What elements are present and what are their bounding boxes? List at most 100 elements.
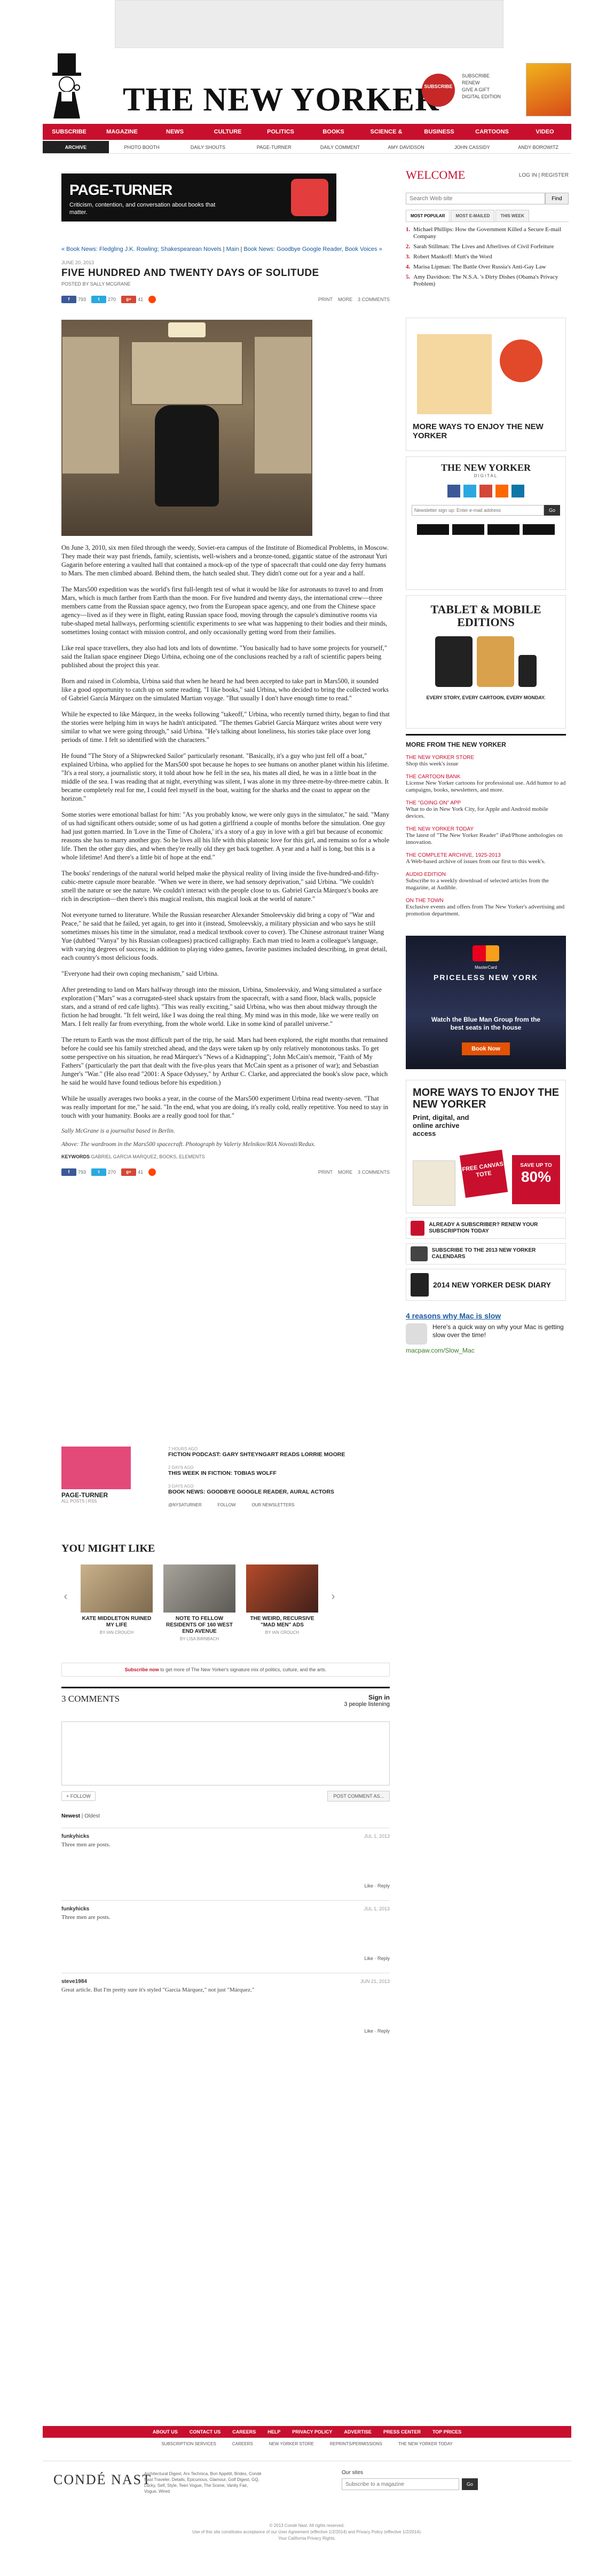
newsletter-go-button[interactable]: Go xyxy=(544,505,560,516)
comments-link[interactable]: 3 COMMENTS xyxy=(358,1170,390,1175)
like-button[interactable]: Like xyxy=(364,1883,373,1888)
reddit-button[interactable] xyxy=(148,1168,156,1176)
google-plus-button[interactable]: g+ 41 xyxy=(121,296,143,303)
macpaw-title[interactable]: 4 reasons why Mac is slow xyxy=(406,1311,566,1320)
subscribe-badge[interactable]: SUBSCRIBE xyxy=(422,74,455,107)
ymal-card[interactable]: KATE MIDDLETON RUINED MY LIFE BY IAN CRO… xyxy=(81,1564,153,1635)
nav-books[interactable]: BOOKS xyxy=(307,124,360,140)
tab-most-emailed[interactable]: MOST E-MAILED xyxy=(451,210,495,222)
subnav-john-cassidy[interactable]: JOHN CASSIDY xyxy=(439,141,506,153)
facebook-like-button[interactable]: f 793 xyxy=(61,296,86,303)
linkedin-icon[interactable] xyxy=(511,485,524,497)
google-plus-icon[interactable] xyxy=(479,485,492,497)
facebook-follow-link[interactable]: FOLLOW xyxy=(218,1503,236,1507)
tweet-button[interactable]: t 270 xyxy=(91,1168,116,1176)
more-ways-ad[interactable]: MORE WAYS TO ENJOY THE NEW YORKER Print,… xyxy=(406,1080,566,1213)
facebook-like-button[interactable]: f 793 xyxy=(61,1168,86,1176)
facebook-icon[interactable] xyxy=(447,485,460,497)
register-link[interactable]: REGISTER xyxy=(541,172,569,178)
article-byline[interactable]: POSTED BY SALLY MCGRANE xyxy=(61,281,390,287)
mastercard-ad[interactable]: MasterCard PRICELESS NEW YORK Watch the … xyxy=(406,936,566,1069)
reply-button[interactable]: Reply xyxy=(377,1883,390,1888)
promo-renew[interactable]: ALREADY A SUBSCRIBER? RENEW YOUR SUBSCRI… xyxy=(406,1218,566,1239)
pt-item[interactable]: 7 HOURS AGO FICTION PODCAST: GARY SHTEYNG… xyxy=(168,1447,382,1458)
follow-button[interactable]: + FOLLOW xyxy=(61,1791,96,1801)
more-from-item[interactable]: THE NEW YORKER TODAY The latest of "The N… xyxy=(406,826,566,846)
page-turner-logo[interactable]: PAGE-TURNER ALL POSTS | RSS xyxy=(61,1447,131,1511)
like-button[interactable]: Like xyxy=(364,2028,373,2034)
footer-sub-link[interactable]: SUBSCRIPTION SERVICES xyxy=(161,2441,216,2446)
subnav-photo-booth[interactable]: PHOTO BOOTH xyxy=(109,141,175,153)
footer-link[interactable]: ADVERTISE xyxy=(344,2426,372,2438)
nav-subscribe[interactable]: SUBSCRIBE xyxy=(43,124,96,140)
twitter-icon[interactable] xyxy=(463,485,476,497)
nav-business[interactable]: BUSINESS xyxy=(413,124,466,140)
more-link[interactable]: MORE xyxy=(338,297,352,302)
more-from-item[interactable]: AUDIO EDITION Subscribe to a weekly downl… xyxy=(406,872,566,891)
pt-item[interactable]: 3 DAYS AGO BOOK NEWS: GOODBYE GOOGLE READ… xyxy=(168,1484,382,1495)
footer-subscribe-select[interactable] xyxy=(342,2478,459,2490)
subnav-page-turner[interactable]: PAGE-TURNER xyxy=(241,141,307,153)
sort-oldest[interactable]: Oldest xyxy=(84,1813,100,1819)
newsletter-input[interactable] xyxy=(412,505,544,516)
more-from-item[interactable]: THE "GOING ON" APP What to do in New York… xyxy=(406,800,566,820)
footer-link[interactable]: PRIVACY POLICY xyxy=(292,2426,332,2438)
promo-calendar[interactable]: SUBSCRIBE TO THE 2013 NEW YORKER CALENDA… xyxy=(406,1243,566,1265)
nav-magazine[interactable]: MAGAZINE xyxy=(96,124,148,140)
nav-cartoons[interactable]: CARTOONS xyxy=(466,124,518,140)
main-link[interactable]: Main xyxy=(226,246,239,252)
tab-most-popular[interactable]: MOST POPULAR xyxy=(406,210,450,222)
more-from-item[interactable]: ON THE TOWN Exclusive events and offers f… xyxy=(406,898,566,918)
pt-item[interactable]: 2 DAYS AGO THIS WEEK IN FICTION: TOBIAS W… xyxy=(168,1465,382,1476)
sub-link-digital[interactable]: DIGITAL EDITION xyxy=(462,93,501,100)
popular-item[interactable]: 2. Sarah Stillman: The Lives and Afterliv… xyxy=(406,243,569,250)
digital-edition-box[interactable]: THE NEW YORKER DIGITAL Go xyxy=(406,456,566,590)
footer-link[interactable]: ABOUT US xyxy=(153,2426,178,2438)
popular-item[interactable]: 3. Robert Mankoff: Mutt's the Word xyxy=(406,254,569,260)
top-banner-ad[interactable] xyxy=(115,0,503,48)
nav-politics[interactable]: POLITICS xyxy=(254,124,307,140)
sub-link-gift[interactable]: GIVE A GIFT xyxy=(462,86,501,93)
tablet-editions-box[interactable]: TABLET & MOBILE EDITIONS EVERY STORY, EV… xyxy=(406,595,566,729)
california-privacy-link[interactable]: Your California Privacy Rights. xyxy=(43,2535,571,2542)
login-link[interactable]: LOG IN xyxy=(519,172,537,178)
conde-nast-sites[interactable]: Architectural Digest, Ars Technica, Bon … xyxy=(144,2471,262,2494)
footer-go-button[interactable]: Go xyxy=(462,2478,478,2490)
footer-link[interactable]: CONTACT US xyxy=(190,2426,221,2438)
page-turner-banner[interactable]: PAGE-TURNER Criticism, contention, and c… xyxy=(61,173,336,222)
footer-link[interactable]: PRESS CENTER xyxy=(383,2426,421,2438)
search-input[interactable] xyxy=(406,193,545,204)
conde-nast-logo[interactable]: CONDÉ NAST xyxy=(53,2472,152,2488)
more-from-item[interactable]: THE COMPLETE ARCHIVE, 1925-2013 A Web-bas… xyxy=(406,852,566,865)
site-logo[interactable]: THE NEW YORKER xyxy=(123,81,439,119)
reddit-button[interactable] xyxy=(148,296,156,303)
subnav-daily-shouts[interactable]: DAILY SHOUTS xyxy=(175,141,241,153)
google-plus-button[interactable]: g+ 41 xyxy=(121,1168,143,1176)
nav-news[interactable]: NEWS xyxy=(148,124,201,140)
footer-link[interactable]: CAREERS xyxy=(232,2426,256,2438)
nav-culture[interactable]: CULTURE xyxy=(201,124,254,140)
macpaw-text-ad[interactable]: 4 reasons why Mac is slow Here's a quick… xyxy=(406,1311,566,1360)
comment-user[interactable]: steve1984 xyxy=(61,1979,390,1985)
comment-textarea[interactable] xyxy=(61,1721,390,1785)
google-play-badge[interactable] xyxy=(523,524,555,535)
keywords-list[interactable]: GABRIEL GARCIA MARQUEZ, BOOKS, ELEMENTS xyxy=(91,1154,205,1159)
tab-this-week[interactable]: THIS WEEK xyxy=(495,210,529,222)
carousel-prev-icon[interactable]: ‹ xyxy=(61,1564,70,1629)
kindle-badge[interactable] xyxy=(452,524,484,535)
reply-button[interactable]: Reply xyxy=(377,2028,390,2034)
app-store-badge[interactable] xyxy=(417,524,449,535)
comments-link[interactable]: 3 COMMENTS xyxy=(358,297,390,302)
mc-book-now-button[interactable]: Book Now xyxy=(462,1042,510,1055)
footer-link[interactable]: HELP xyxy=(267,2426,280,2438)
popular-item[interactable]: 4. Marisa Lipman: The Battle Over Russia'… xyxy=(406,264,569,271)
subnav-daily-comment[interactable]: DAILY COMMENT xyxy=(307,141,373,153)
footer-sub-link[interactable]: THE NEW YORKER TODAY xyxy=(398,2441,453,2446)
nav-science-tech[interactable]: SCIENCE & TECH xyxy=(360,124,413,151)
subscribe-strip[interactable]: Subscribe now to get more of The New Yor… xyxy=(61,1663,390,1677)
promo-desk-diary[interactable]: 2014 NEW YORKER DESK DIARY xyxy=(406,1269,566,1301)
twitter-follow-link[interactable]: @NYSATURNER xyxy=(168,1503,202,1507)
footer-sub-link[interactable]: REPRINTS/PERMISSIONS xyxy=(330,2441,382,2446)
subnav-amy-davidson[interactable]: AMY DAVIDSON xyxy=(373,141,439,153)
next-post-link[interactable]: Book News: Goodbye Google Reader, Book V… xyxy=(243,246,382,252)
